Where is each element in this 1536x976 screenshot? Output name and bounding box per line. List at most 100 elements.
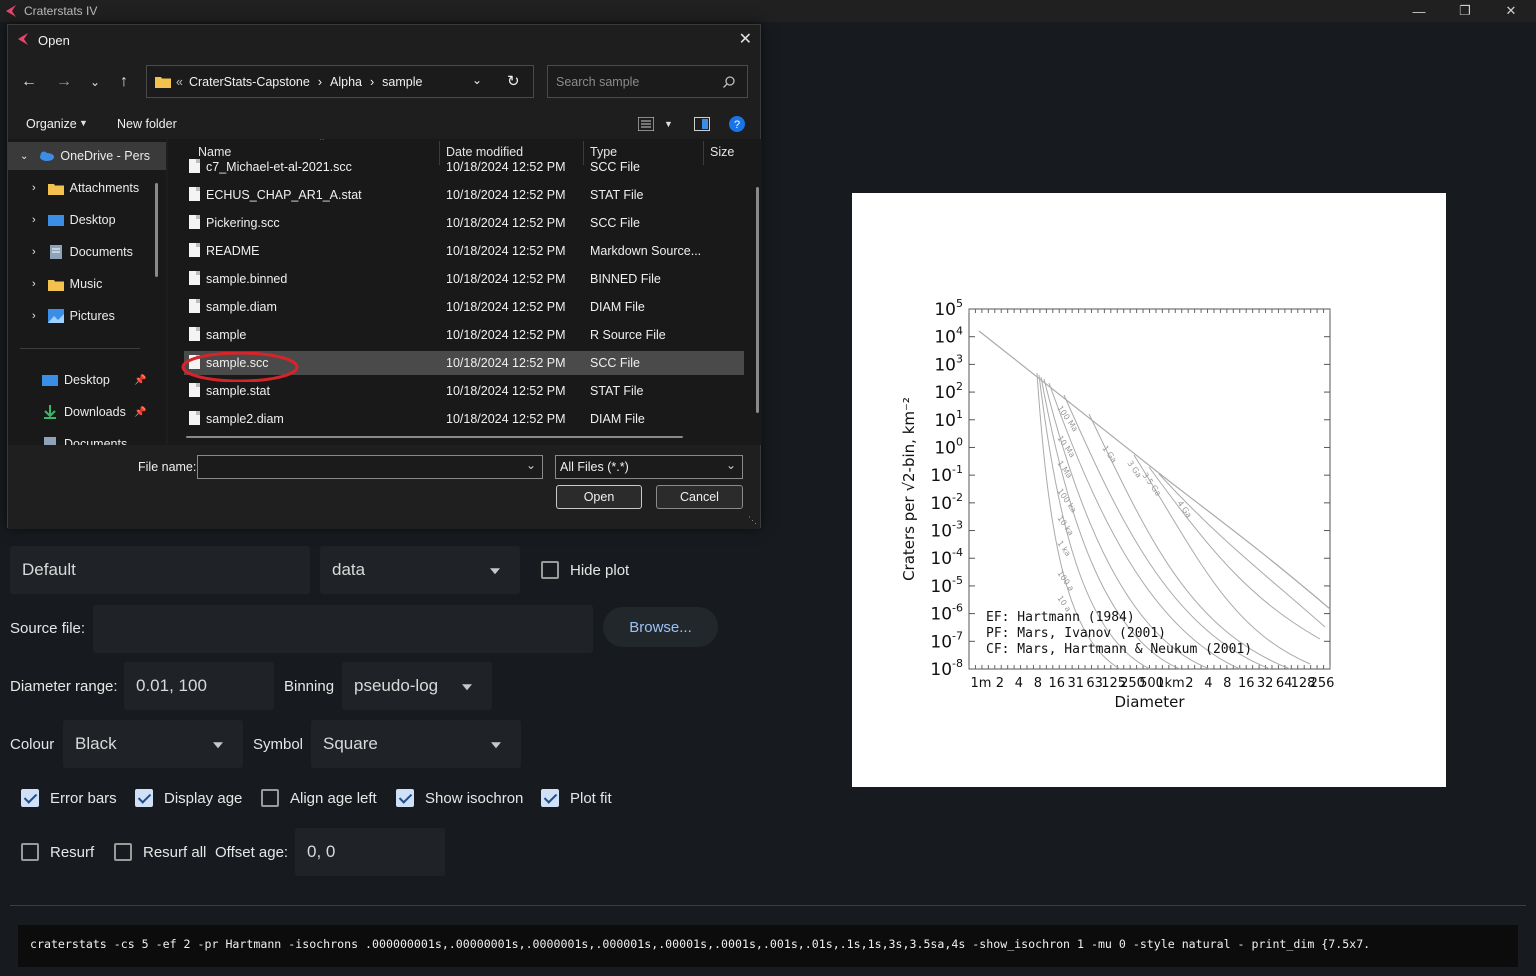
preview-pane-icon[interactable]: [694, 117, 710, 131]
expand-chevron-icon: ›: [32, 278, 36, 290]
folder-icon: [47, 279, 64, 291]
file-row[interactable]: Pickering.scc 10/18/2024 12:52 PM SCC File: [184, 211, 744, 235]
search-input[interactable]: Search sample: [547, 65, 748, 98]
nav-item-music[interactable]: › Music: [8, 270, 166, 298]
chevron-down-icon: ⌄: [725, 458, 736, 472]
file-row[interactable]: ECHUS_CHAP_AR1_A.stat 10/18/2024 12:52 PM…: [184, 183, 744, 207]
show-isochron-checkbox[interactable]: [396, 789, 414, 807]
open-button[interactable]: Open: [556, 485, 642, 509]
nav-item-onedrive[interactable]: ⌄ OneDrive - Pers: [8, 142, 166, 170]
crater-plot: 105 104 103 102 101 100 10-1 10-2 10-3 10-4 10-5 10…: [852, 193, 1446, 787]
documents-icon: [44, 437, 56, 445]
expand-chevron-icon: ›: [32, 246, 36, 258]
hide-plot-checkbox[interactable]: [541, 561, 559, 579]
nav-item-pictures[interactable]: › Pictures: [8, 302, 166, 330]
file-row[interactable]: sample.binned 10/18/2024 12:52 PM BINNED F…: [184, 267, 744, 291]
chevron-down-icon[interactable]: ⌄: [472, 73, 482, 87]
diameter-range-label: Diameter range:: [10, 678, 118, 695]
forward-arrow-icon[interactable]: →: [53, 71, 75, 93]
app-logo-icon: [6, 5, 16, 17]
plot-svg: 105 104 103 102 101 100 10-1 10-2 10-3 10-4 10-5 10…: [900, 297, 1334, 711]
plot-type-select[interactable]: data: [320, 546, 520, 594]
file-row[interactable]: sample 10/18/2024 12:52 PM R Source File: [184, 323, 744, 347]
app-logo-icon: [18, 33, 28, 45]
address-bar[interactable]: « CraterStats-Capstone › Alpha › sample …: [146, 65, 534, 98]
isochron-label: 10 ka: [1055, 514, 1075, 537]
new-folder-button[interactable]: New folder: [117, 117, 177, 131]
symbol-select[interactable]: Square: [311, 720, 521, 768]
app-titlebar: Craterstats IV: [0, 0, 1536, 22]
search-placeholder: Search sample: [556, 74, 640, 89]
breadcrumb-item[interactable]: Alpha: [330, 75, 362, 89]
isochron-label: 100 a: [1055, 569, 1075, 593]
nav-scrollbar[interactable]: [155, 183, 158, 277]
nav-item-downloads[interactable]: Downloads 📌: [8, 398, 166, 426]
offset-age-input[interactable]: 0, 0: [295, 828, 445, 876]
align-age-left-checkbox[interactable]: [261, 789, 279, 807]
colour-select[interactable]: Black: [63, 720, 243, 768]
error-bars-label: Error bars: [50, 790, 117, 807]
resize-grip-icon[interactable]: ⋱: [748, 515, 757, 526]
resurf-all-checkbox[interactable]: [114, 843, 132, 861]
file-type: DIAM File: [590, 300, 645, 314]
x-tick-label: 8: [1034, 676, 1042, 691]
close-app-button[interactable]: ✕: [1488, 0, 1534, 22]
nav-item-documents[interactable]: › Documents: [8, 238, 166, 266]
file-row[interactable]: sample.stat 10/18/2024 12:52 PM STAT File: [184, 379, 744, 403]
file-type-select[interactable]: All Files (*.*) ⌄: [555, 455, 743, 479]
display-age-checkbox[interactable]: [135, 789, 153, 807]
nav-item-attachments[interactable]: › Attachments: [8, 174, 166, 202]
file-icon: [189, 215, 200, 229]
navigation-pane: ⌄ OneDrive - Pers › Attachments › Deskto…: [8, 139, 166, 445]
refresh-icon[interactable]: ↻: [507, 72, 520, 90]
vertical-scrollbar[interactable]: [756, 187, 759, 413]
nav-item-desktop[interactable]: › Desktop: [8, 206, 166, 234]
diameter-range-input[interactable]: 0.01, 100: [124, 662, 274, 710]
recent-chevron-icon[interactable]: ⌄: [84, 71, 106, 93]
chevron-down-icon[interactable]: ▼: [664, 119, 673, 129]
file-row[interactable]: README 10/18/2024 12:52 PM Markdown Source…: [184, 239, 744, 263]
source-file-input[interactable]: [93, 605, 593, 653]
nav-item-label: Downloads: [64, 405, 126, 419]
nav-item-label: Documents: [69, 245, 133, 259]
breadcrumb-item[interactable]: CraterStats-Capstone: [189, 75, 310, 89]
view-list-icon[interactable]: [638, 117, 654, 131]
display-age-label: Display age: [164, 790, 243, 807]
breadcrumb-item[interactable]: sample: [382, 75, 422, 89]
file-name-input[interactable]: ⌄: [197, 455, 543, 479]
minimize-button[interactable]: —: [1396, 0, 1442, 22]
chevron-down-icon: ▼: [79, 118, 88, 128]
file-name: sample.binned: [206, 272, 288, 286]
resurf-checkbox[interactable]: [21, 843, 39, 861]
resurf-label: Resurf: [50, 844, 95, 861]
up-arrow-icon[interactable]: ↑: [113, 71, 135, 93]
file-type: DIAM File: [590, 412, 645, 426]
nav-item-quick-documents[interactable]: Documents: [8, 430, 166, 445]
binning-select[interactable]: pseudo-log: [342, 662, 492, 710]
x-tick-label: 4: [1204, 676, 1212, 691]
plot-name-input[interactable]: Default: [10, 546, 310, 594]
back-arrow-icon[interactable]: ←: [18, 71, 40, 93]
close-icon[interactable]: ✕: [739, 29, 752, 49]
command-line[interactable]: craterstats -cs 5 -ef 2 -pr Hartmann -is…: [18, 925, 1518, 967]
file-row[interactable]: sample.diam 10/18/2024 12:52 PM DIAM File: [184, 295, 744, 319]
browse-button[interactable]: Browse...: [603, 607, 718, 647]
file-row[interactable]: c7_Michael-et-al-2021.scc 10/18/2024 12:5…: [184, 155, 744, 179]
plot-name-value: Default: [22, 560, 76, 579]
plot-fit-checkbox[interactable]: [541, 789, 559, 807]
maximize-button[interactable]: ❐: [1442, 0, 1488, 22]
file-row[interactable]: sample2.diam 10/18/2024 12:52 PM DIAM File: [184, 407, 744, 431]
chevron-down-icon[interactable]: ⌄: [526, 458, 536, 472]
y-tick-label: 10-5: [930, 574, 963, 597]
error-bars-checkbox[interactable]: [21, 789, 39, 807]
help-icon[interactable]: ?: [729, 116, 745, 132]
file-type: SCC File: [590, 216, 641, 230]
organize-button[interactable]: Organize: [26, 117, 77, 131]
isochron-label: 4 Ga: [1175, 499, 1193, 520]
cancel-button[interactable]: Cancel: [656, 485, 743, 509]
horizontal-scrollbar[interactable]: [186, 436, 683, 438]
nav-item-quick-desktop[interactable]: Desktop 📌: [8, 366, 166, 394]
resurf-all-label: Resurf all: [143, 844, 207, 861]
y-tick-label: 104: [934, 325, 963, 348]
overflow-chevrons-icon: «: [176, 74, 183, 89]
